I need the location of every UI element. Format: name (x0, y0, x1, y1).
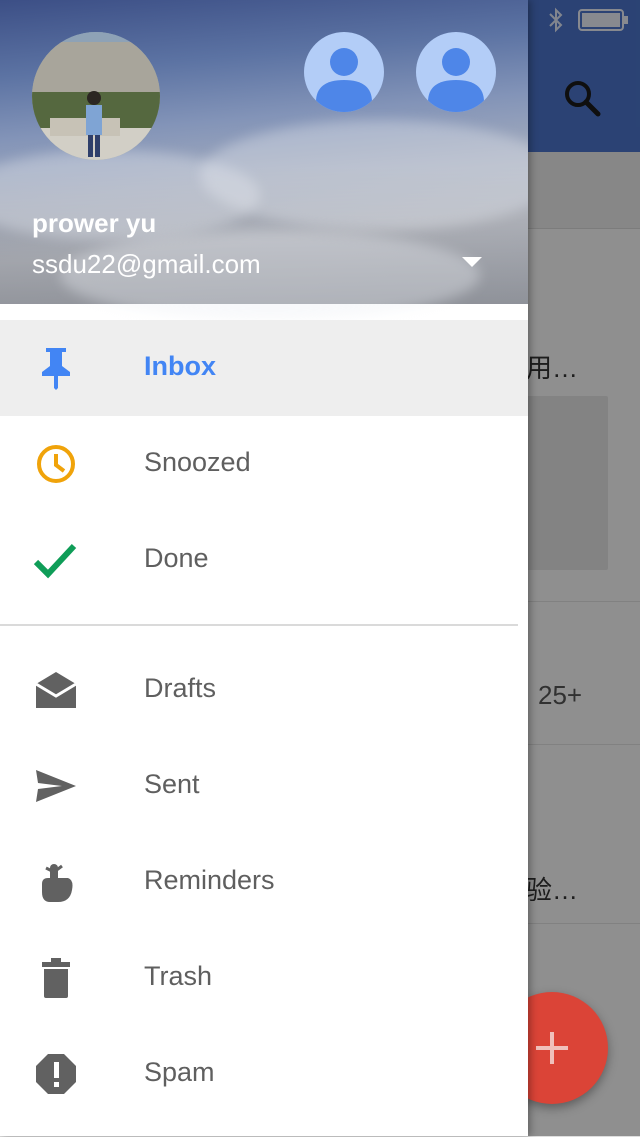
spam-icon (36, 1054, 76, 1094)
nav-item-label: Inbox (144, 351, 216, 381)
reminder-finger-icon (42, 864, 73, 902)
check-icon (33, 543, 77, 579)
navigation-drawer: prower yu ssdu22@gmail.com Inbox Snoozed… (0, 0, 528, 1136)
account-name: prower yu (32, 208, 157, 238)
nav-item-drafts[interactable]: Drafts (0, 642, 528, 738)
nav-item-sent[interactable]: Sent (0, 738, 528, 834)
person-icon (316, 48, 372, 112)
drawer-divider (0, 624, 518, 626)
nav-item-label: Sent (144, 769, 200, 799)
nav-item-label: Spam (144, 1057, 215, 1087)
switch-account-avatar[interactable] (304, 32, 384, 112)
send-icon (36, 770, 76, 802)
nav-item-label: Trash (144, 961, 213, 991)
account-avatar[interactable] (32, 32, 160, 160)
nav-item-label: Snoozed (144, 447, 251, 477)
clock-icon (37, 445, 75, 483)
nav-item-trash[interactable]: Trash (0, 930, 528, 1026)
cloud-decoration (200, 120, 528, 230)
switch-account-avatar[interactable] (416, 32, 496, 112)
person-icon (428, 48, 484, 112)
nav-item-label: Done (144, 543, 209, 573)
nav-item-done[interactable]: Done (0, 512, 528, 608)
nav-item-label: Reminders (144, 865, 275, 895)
trash-icon (42, 958, 70, 998)
account-header: prower yu ssdu22@gmail.com (0, 0, 528, 320)
envelope-open-icon (35, 672, 77, 708)
nav-item-snoozed[interactable]: Snoozed (0, 416, 528, 512)
profile-photo (32, 32, 160, 160)
pin-icon (42, 348, 70, 390)
nav-item-label: Drafts (144, 673, 217, 703)
nav-item-inbox[interactable]: Inbox (0, 320, 528, 416)
nav-item-reminders[interactable]: Reminders (0, 834, 528, 930)
account-email: ssdu22@gmail.com (32, 249, 261, 279)
nav-item-spam[interactable]: Spam (0, 1026, 528, 1122)
account-dropdown-icon[interactable] (460, 255, 484, 269)
